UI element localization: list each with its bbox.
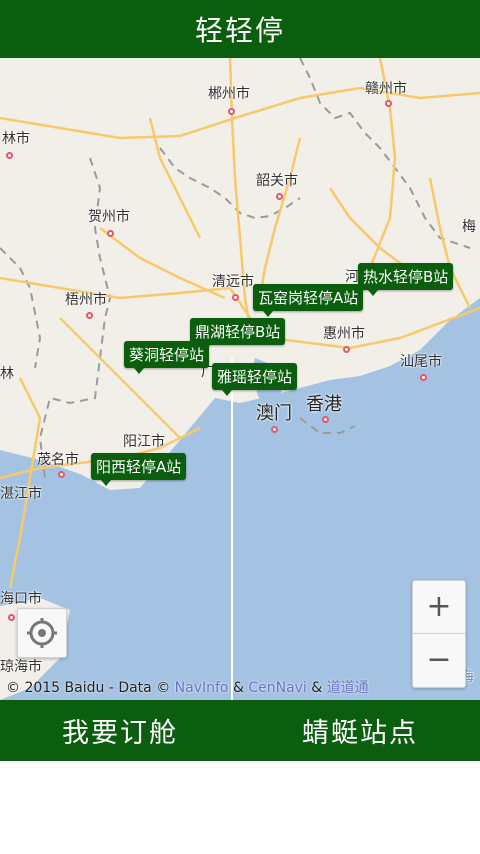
copyright-amp: & — [232, 680, 244, 696]
station-label: 鼎湖轻停B站 — [195, 323, 281, 341]
city-label-ganzhou: 赣州市 — [365, 81, 407, 97]
city-dot — [385, 100, 392, 107]
locate-icon — [27, 618, 57, 648]
app-title: 轻轻停 — [194, 14, 285, 47]
book-cabin-tab[interactable]: 我要订舱 — [0, 700, 240, 761]
station-marker-reshui[interactable]: 热水轻停B站 — [358, 263, 454, 296]
station-marker-wayaogang[interactable]: 瓦窑岗轻停A站 — [253, 284, 364, 317]
navinfo-link[interactable]: NavInfo — [175, 680, 229, 696]
station-marker-yayao[interactable]: 雅瑶轻停站 — [212, 363, 298, 396]
city-label-qingyuan: 清远市 — [212, 274, 254, 290]
station-label: 热水轻停B站 — [363, 268, 449, 286]
city-label-haikou: 海口市 — [0, 591, 42, 607]
copyright-prefix: © 2015 Baidu - Data © — [6, 680, 171, 696]
city-label-hezhou: 贺州市 — [88, 209, 130, 225]
city-dot — [343, 346, 350, 353]
city-label-mei: 梅 — [462, 219, 476, 235]
city-label-macau: 澳门 — [256, 403, 292, 424]
minus-icon: − — [426, 642, 452, 677]
city-label-hongkong: 香港 — [306, 394, 342, 415]
province-border-4 — [0, 247, 42, 369]
city-dot — [8, 614, 15, 621]
bottom-nav: 我要订舱 蜻蜓站点 — [0, 700, 480, 761]
city-dot — [232, 294, 239, 301]
city-label-lin: 林市 — [2, 131, 30, 147]
station-label: 瓦窑岗轻停A站 — [258, 289, 359, 307]
station-label: 阳西轻停A站 — [96, 458, 182, 476]
copyright-amp: & — [311, 680, 323, 696]
city-dot — [86, 312, 93, 319]
city-label-qionghai: 琼海市 — [0, 659, 42, 675]
city-label-lin2: 林 — [0, 366, 14, 382]
city-dot — [420, 374, 427, 381]
locate-button[interactable] — [17, 608, 67, 658]
zoom-control: + − — [412, 580, 466, 688]
station-label: 葵洞轻停站 — [129, 346, 205, 364]
city-label-he: 河 — [345, 269, 359, 285]
map-copyright: © 2015 Baidu - Data © NavInfo & CenNavi … — [6, 677, 369, 697]
city-dot — [276, 193, 283, 200]
cennavi-link[interactable]: CenNavi — [248, 680, 307, 696]
app-header: 轻轻停 — [0, 0, 480, 58]
daodaotong-link[interactable]: 道道通 — [327, 680, 369, 696]
city-label-shanwei: 汕尾市 — [400, 354, 442, 370]
city-dot — [271, 426, 278, 433]
city-label-yangjiang: 阳江市 — [123, 434, 165, 450]
city-label-shaoguan: 韶关市 — [256, 173, 298, 189]
city-dot — [322, 416, 329, 423]
map-view[interactable]: 郴州市 赣州市 林市 韶关市 贺州市 梅 清远市 河 梧州市 惠州市 汕尾市 林… — [0, 58, 480, 700]
city-label-maoming: 茂名市 — [37, 452, 79, 468]
station-marker-kuidong[interactable]: 葵洞轻停站 — [124, 341, 210, 374]
city-dot — [6, 152, 13, 159]
city-dot — [107, 230, 114, 237]
zoom-in-button[interactable]: + — [413, 581, 465, 633]
city-label-chenzhou: 郴州市 — [208, 86, 250, 102]
city-label-wuzhou: 梧州市 — [65, 292, 107, 308]
plus-icon: + — [426, 589, 452, 624]
dragonfly-stations-tab[interactable]: 蜻蜓站点 — [240, 700, 480, 761]
city-dot — [228, 108, 235, 115]
zoom-out-button[interactable]: − — [413, 633, 465, 686]
city-label-zhanjiang: 湛江市 — [0, 486, 42, 502]
station-label: 雅瑶轻停站 — [217, 368, 293, 386]
city-dot — [58, 471, 65, 478]
city-label-huizhou: 惠州市 — [323, 326, 365, 342]
station-marker-yangxi[interactable]: 阳西轻停A站 — [91, 453, 187, 486]
